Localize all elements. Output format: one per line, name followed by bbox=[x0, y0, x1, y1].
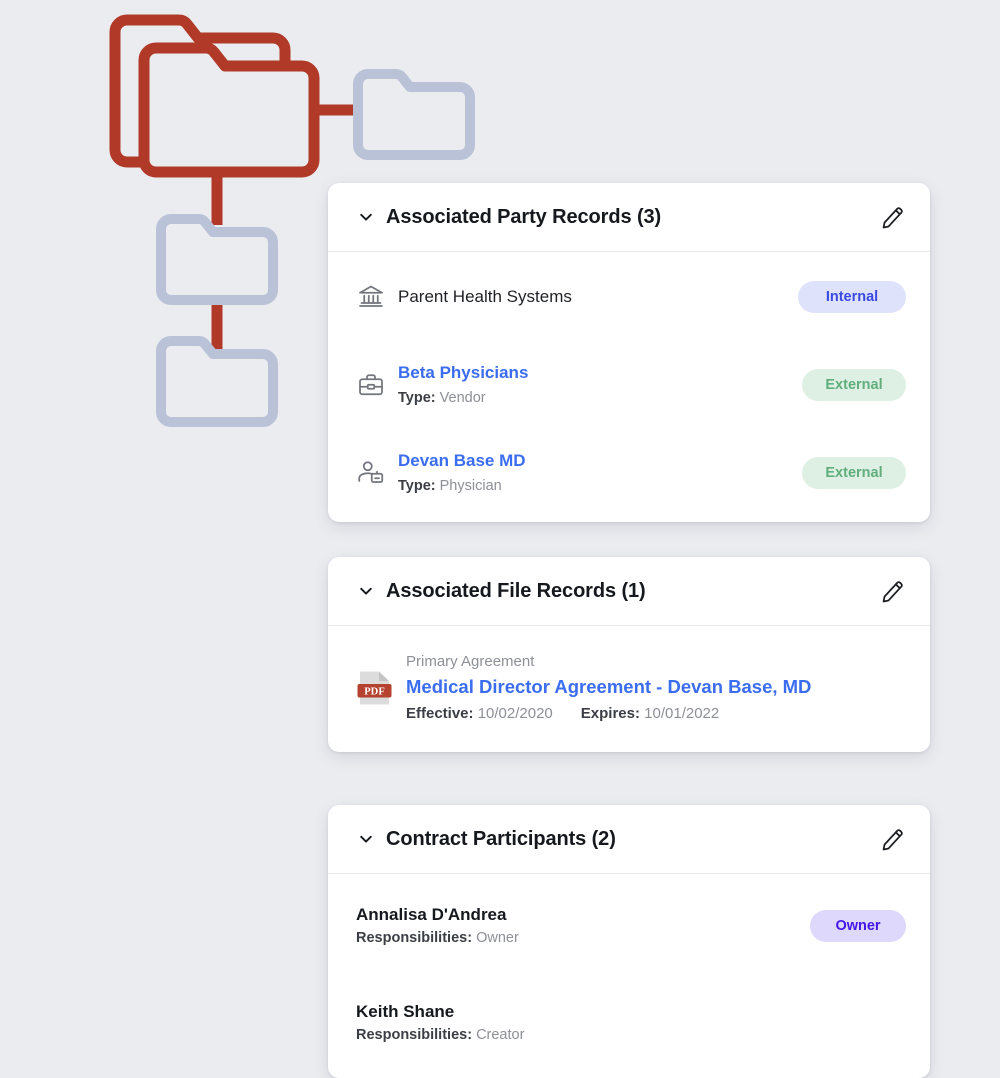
expires-value: 10/01/2022 bbox=[644, 705, 719, 722]
party-type-value: Vendor bbox=[440, 390, 486, 406]
status-badge: Owner bbox=[810, 910, 906, 942]
list-item[interactable]: Keith Shane Responsibilities: Creator bbox=[356, 993, 906, 1052]
file-kicker: Primary Agreement bbox=[406, 650, 906, 673]
list-item-content: Devan Base MD Type: Physician bbox=[398, 449, 788, 497]
card-associated-party-records: Associated Party Records (3) bbox=[328, 183, 930, 522]
chevron-down-icon[interactable] bbox=[356, 581, 376, 601]
page-title: Associated File Records (1) bbox=[386, 580, 646, 603]
card-header: Associated Party Records (3) bbox=[328, 183, 930, 252]
person-badge-icon bbox=[356, 458, 398, 488]
expires-label: Expires: bbox=[581, 705, 640, 722]
file-dates: Effective: 10/02/2020 Expires: 10/01/2022 bbox=[406, 702, 906, 726]
page-title: Associated Party Records (3) bbox=[386, 206, 661, 229]
party-type-label: Type: bbox=[398, 478, 436, 494]
participant-name: Annalisa D'Andrea bbox=[356, 902, 796, 927]
pencil-icon[interactable] bbox=[878, 203, 906, 231]
bank-icon bbox=[356, 282, 398, 312]
card-contract-participants: Contract Participants (2) Annalisa D'And… bbox=[328, 805, 930, 1078]
responsibilities-label: Responsibilities: bbox=[356, 1027, 472, 1043]
participant-name: Keith Shane bbox=[356, 999, 906, 1024]
card-header: Contract Participants (2) bbox=[328, 805, 930, 874]
effective-value: 10/02/2020 bbox=[478, 705, 553, 722]
file-name-link[interactable]: Medical Director Agreement - Devan Base,… bbox=[406, 673, 811, 701]
records-panel: Associated Party Records (3) bbox=[328, 183, 930, 1078]
party-type-label: Type: bbox=[398, 390, 436, 406]
child-folder-bottom bbox=[161, 341, 273, 422]
root-folder-back bbox=[115, 20, 285, 162]
page-title: Contract Participants (2) bbox=[386, 828, 616, 851]
party-type: Type: Physician bbox=[398, 475, 788, 497]
card-body: Parent Health Systems Internal Beta Phys… bbox=[328, 252, 930, 522]
list-item[interactable]: Annalisa D'Andrea Responsibilities: Owne… bbox=[356, 896, 906, 955]
pencil-icon[interactable] bbox=[878, 825, 906, 853]
list-item-content: Parent Health Systems bbox=[398, 285, 784, 309]
effective-label: Effective: bbox=[406, 705, 474, 722]
root-folder-front bbox=[144, 48, 314, 172]
list-item-content: Beta Physicians Type: Vendor bbox=[398, 361, 788, 409]
status-badge: External bbox=[802, 457, 906, 489]
party-type: Type: Vendor bbox=[398, 387, 788, 409]
responsibilities-label: Responsibilities: bbox=[356, 930, 472, 946]
list-item[interactable]: Beta Physicians Type: Vendor External bbox=[356, 354, 906, 416]
card-header: Associated File Records (1) bbox=[328, 557, 930, 626]
svg-text:PDF: PDF bbox=[364, 686, 385, 697]
child-folder-middle bbox=[161, 219, 273, 300]
list-item-content: Annalisa D'Andrea Responsibilities: Owne… bbox=[356, 902, 796, 949]
chevron-down-icon[interactable] bbox=[356, 829, 376, 849]
participant-responsibilities: Responsibilities: Creator bbox=[356, 1024, 906, 1046]
chevron-down-icon[interactable] bbox=[356, 207, 376, 227]
party-name: Parent Health Systems bbox=[398, 287, 572, 306]
list-item[interactable]: Devan Base MD Type: Physician External bbox=[356, 442, 906, 504]
participant-responsibilities: Responsibilities: Owner bbox=[356, 927, 796, 949]
party-name-link[interactable]: Beta Physicians bbox=[398, 361, 528, 385]
card-body: PDF Primary Agreement Medical Director A… bbox=[328, 626, 930, 752]
pdf-file-icon: PDF bbox=[356, 668, 406, 708]
status-badge: Internal bbox=[798, 281, 906, 313]
responsibilities-value: Creator bbox=[476, 1027, 524, 1043]
list-item-content: Primary Agreement Medical Director Agree… bbox=[406, 650, 906, 726]
party-name-link[interactable]: Devan Base MD bbox=[398, 449, 526, 473]
status-badge: External bbox=[802, 369, 906, 401]
pencil-icon[interactable] bbox=[878, 577, 906, 605]
list-item[interactable]: PDF Primary Agreement Medical Director A… bbox=[356, 644, 906, 728]
child-folder-right bbox=[358, 74, 470, 155]
list-item-content: Keith Shane Responsibilities: Creator bbox=[356, 999, 906, 1046]
responsibilities-value: Owner bbox=[476, 930, 519, 946]
card-body: Annalisa D'Andrea Responsibilities: Owne… bbox=[328, 874, 930, 1078]
briefcase-icon bbox=[356, 370, 398, 400]
party-type-value: Physician bbox=[440, 478, 502, 494]
list-item[interactable]: Parent Health Systems Internal bbox=[356, 266, 906, 328]
card-associated-file-records: Associated File Records (1) PDF bbox=[328, 557, 930, 752]
